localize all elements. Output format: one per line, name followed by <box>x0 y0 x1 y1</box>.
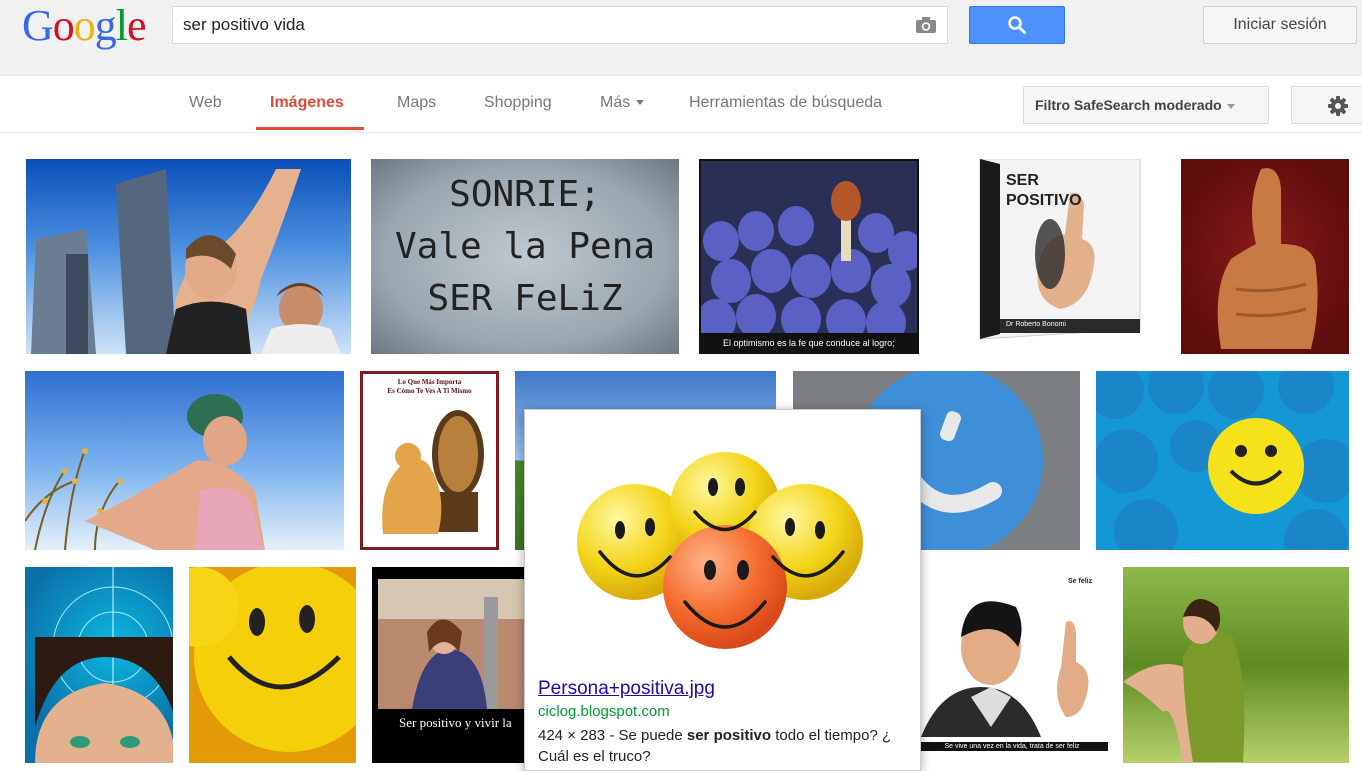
image-result[interactable] <box>25 567 173 763</box>
image-thumbnail <box>25 394 265 550</box>
search-input[interactable] <box>173 7 903 43</box>
image-result[interactable]: Se feliz Se vive una vez en la vida, tra… <box>916 567 1108 763</box>
image-caption: Ser positivo y vivir la <box>399 715 512 730</box>
product-title-line: SER <box>1006 172 1039 189</box>
tab-more[interactable]: Más <box>600 94 645 112</box>
logo-letter: G <box>22 1 54 50</box>
tab-maps[interactable]: Maps <box>397 94 436 112</box>
top-bar: Google Iniciar sesión <box>0 0 1362 76</box>
image-caption: El optimismo es la fe que conduce al log… <box>723 338 895 348</box>
chevron-down-icon <box>1226 103 1235 109</box>
logo-letter: o <box>73 1 96 50</box>
image-thumbnail <box>35 567 173 763</box>
active-tab-indicator <box>256 127 364 130</box>
logo-letter: o <box>52 1 75 50</box>
product-author: Dr Roberto Bonomi <box>1006 321 1066 328</box>
image-thumbnail <box>1123 599 1245 762</box>
preview-source-url[interactable]: ciclog.blogspot.com <box>538 703 670 720</box>
image-thumbnail <box>378 579 524 709</box>
product-title-line: POSITIVO <box>1006 192 1082 209</box>
image-result[interactable] <box>1123 567 1349 763</box>
image-thumbnail <box>31 169 341 354</box>
image-result[interactable]: El optimismo es la fe que conduce al log… <box>699 159 919 354</box>
preview-highlight: ser positivo <box>686 727 772 744</box>
poster-title-line: Lo Que Más Importa <box>397 378 462 386</box>
gear-icon <box>1328 96 1348 116</box>
product-title: SER POSITIVO <box>1006 171 1082 211</box>
poster-title-line: Es Cómo Te Ves A Ti Mismo <box>387 387 472 395</box>
image-result[interactable]: SONRIE; Vale la Pena SER FeLiZ <box>371 159 679 354</box>
image-text-line: Vale la Pena <box>394 226 656 267</box>
google-logo[interactable]: Google <box>22 0 147 56</box>
tab-shopping[interactable]: Shopping <box>484 94 552 112</box>
image-thumbnail <box>921 601 1089 737</box>
image-preview-popup[interactable]: Persona+positiva.jpg ciclog.blogspot.com… <box>524 409 921 771</box>
image-thumbnail <box>1217 168 1318 349</box>
image-result[interactable] <box>189 567 356 763</box>
poster-title: Lo Que Más Importa Es Cómo Te Ves A Ti M… <box>363 378 496 396</box>
nav-bar: Web Imágenes Maps Shopping Más Herramien… <box>0 76 1362 133</box>
tab-web[interactable]: Web <box>189 94 222 112</box>
safesearch-label: Filtro SafeSearch moderado <box>1035 97 1222 113</box>
settings-button[interactable] <box>1291 86 1362 124</box>
signin-button[interactable]: Iniciar sesión <box>1203 6 1357 44</box>
logo-letter: l <box>115 1 128 50</box>
safesearch-dropdown[interactable]: Filtro SafeSearch moderado <box>1023 86 1269 124</box>
image-text-line: SONRIE; <box>449 174 601 215</box>
image-result[interactable] <box>25 371 344 550</box>
tab-more-label: Más <box>600 94 631 111</box>
chevron-down-icon <box>636 100 645 106</box>
image-result[interactable] <box>1096 371 1349 550</box>
image-text: SONRIE; Vale la Pena SER FeLiZ <box>371 169 679 325</box>
search-button[interactable] <box>969 6 1065 44</box>
image-thumbnail <box>1096 371 1349 550</box>
tab-images[interactable]: Imágenes <box>270 94 344 112</box>
image-label: Se feliz <box>1068 578 1093 585</box>
preview-image <box>577 452 863 649</box>
image-caption: Se vive una vez en la vida, trata de ser… <box>916 742 1108 751</box>
image-result[interactable]: SER POSITIVO Dr Roberto Bonomi <box>940 159 1160 354</box>
image-result[interactable] <box>26 159 351 354</box>
image-result[interactable] <box>1181 159 1349 354</box>
search-box <box>172 6 948 44</box>
logo-letter: e <box>127 1 147 50</box>
preview-dimensions: 424 × 283 - Se puede <box>538 727 687 744</box>
preview-title-link[interactable]: Persona+positiva.jpg <box>538 678 715 700</box>
logo-letter: g <box>94 1 117 50</box>
image-thumbnail <box>701 161 917 345</box>
preview-description: 424 × 283 - Se puede ser positivo todo e… <box>538 725 908 767</box>
image-result[interactable]: Lo Que Más Importa Es Cómo Te Ves A Ti M… <box>360 371 499 550</box>
camera-icon[interactable] <box>915 16 937 34</box>
image-text-line: SER FeLiZ <box>427 278 623 319</box>
tab-search-tools[interactable]: Herramientas de búsqueda <box>689 94 882 112</box>
image-result[interactable]: Ser positivo y vivir la <box>372 567 524 763</box>
search-icon <box>1008 16 1026 34</box>
image-thumbnail <box>189 567 356 752</box>
image-thumbnail <box>382 410 484 534</box>
